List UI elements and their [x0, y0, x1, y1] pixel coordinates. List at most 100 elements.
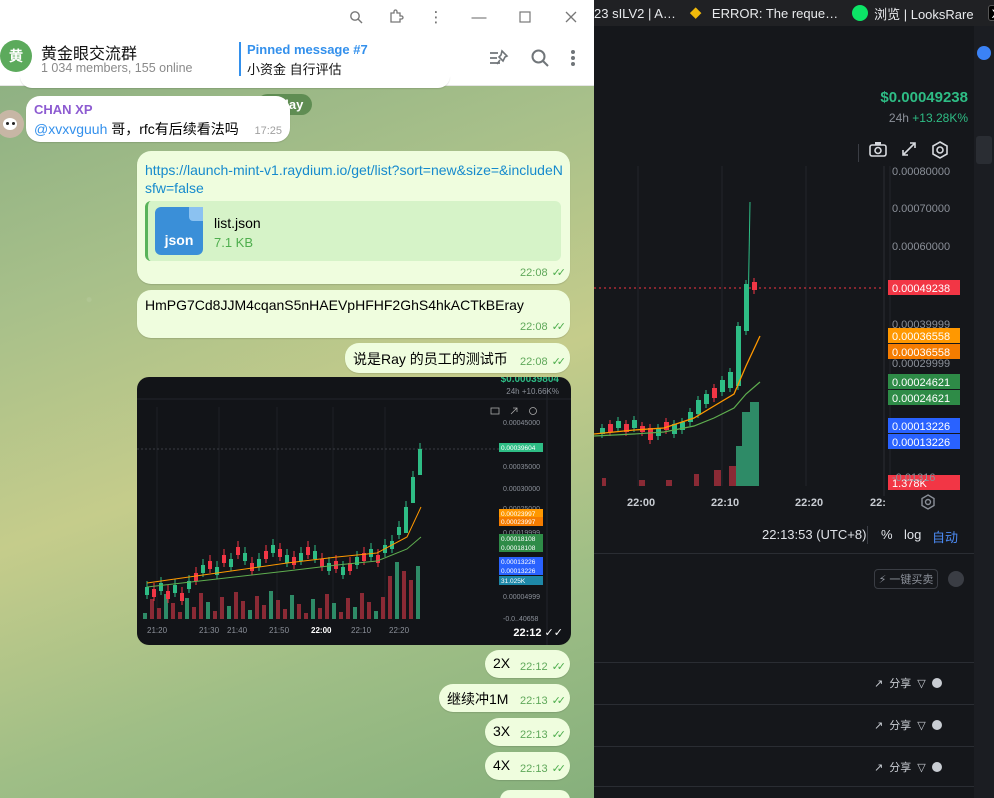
filter-dots-icon[interactable]	[948, 571, 964, 587]
share-button[interactable]: 分享	[889, 759, 911, 775]
candle	[159, 583, 163, 591]
price-tag: 0.00039604	[501, 445, 536, 452]
share-group: ↗ 分享 ▽	[874, 675, 942, 691]
volume-bar	[395, 562, 399, 619]
candle	[341, 567, 345, 575]
price-axis-label: 0.00045000	[503, 420, 540, 427]
candle	[201, 565, 205, 573]
volume-bar	[248, 610, 252, 619]
read-ticks-icon: ✓✓	[551, 729, 567, 741]
browser-tab-silv2[interactable]: 23 sILV2 | A…	[594, 6, 676, 21]
candle	[608, 424, 613, 432]
candlestick-chart[interactable]: 0.00080000 0.00070000 0.00060000 0.00049238…	[594, 166, 974, 506]
price-axis-label: -0.0..40658	[503, 616, 539, 623]
maximize-button[interactable]	[502, 0, 548, 34]
one-click-trade-button[interactable]: ⚡ 一键买卖	[874, 569, 938, 589]
share-button[interactable]: 分享	[889, 717, 911, 733]
pinned-list-icon[interactable]	[488, 48, 510, 73]
camera-icon[interactable]	[869, 141, 887, 164]
candle	[257, 559, 261, 567]
message-text: @xvxvguuh 哥，rfc有后续看法吗	[34, 119, 239, 139]
volume-bar	[213, 611, 217, 619]
settings-icon[interactable]	[931, 141, 949, 164]
close-button[interactable]	[548, 0, 594, 34]
filter-icon[interactable]: ▽	[917, 761, 925, 774]
side-tab[interactable]	[976, 136, 992, 164]
time-text: 22:08	[520, 266, 548, 279]
volume-bar	[171, 603, 175, 619]
volume-bar	[157, 608, 161, 619]
browser-tab-label: ERROR: The reque…	[711, 5, 839, 21]
group-avatar[interactable]: 黄	[0, 40, 32, 72]
volume-bar	[297, 604, 301, 619]
browser-tab-looksrare[interactable]: 浏览 | LooksRare	[852, 4, 974, 23]
percent-toggle[interactable]: %	[881, 527, 893, 542]
volume-bar	[339, 612, 343, 619]
filter-icon[interactable]: ▽	[917, 719, 925, 732]
volume-bar	[311, 599, 315, 619]
share-button[interactable]: 分享	[889, 675, 911, 691]
incoming-message[interactable]: CHAN XP @xvxvguuh 哥，rfc有后续看法吗 17:25	[26, 96, 290, 142]
message-link[interactable]: https://launch-mint-v1.raydium.io/get/li…	[145, 161, 563, 197]
candle	[166, 591, 170, 599]
more-icon[interactable]	[931, 678, 942, 688]
more-vertical-icon[interactable]	[570, 48, 576, 73]
volume-bar	[353, 607, 357, 619]
volume-bar	[714, 470, 721, 486]
change-value: +13.28K%	[912, 111, 968, 125]
candle	[712, 388, 717, 398]
candle	[704, 394, 709, 404]
outgoing-message[interactable]: 3X 22:13 ✓✓	[485, 718, 570, 746]
search-icon[interactable]	[530, 48, 550, 73]
trade-row: ↗ 分享 ▽	[594, 662, 974, 702]
outgoing-message[interactable]: 4X 22:13 ✓✓	[485, 752, 570, 780]
log-toggle[interactable]: log	[904, 527, 921, 542]
file-attachment[interactable]: json list.json 7.1 KB	[145, 201, 561, 261]
price-tag: 0.00013226	[892, 437, 950, 449]
browser-tab-error[interactable]: ◆ ERROR: The reque…	[690, 5, 838, 21]
more-vertical-icon[interactable]: ⋮	[416, 0, 456, 34]
mention-link[interactable]: @xvxvguuh	[34, 121, 107, 137]
volume-bar	[374, 611, 378, 619]
trading-page: $0.00049238 24h +13.28K% 0.00080000 0.000…	[594, 26, 994, 798]
candle	[376, 555, 380, 563]
candle	[229, 559, 233, 567]
message-bubble-partial	[20, 76, 450, 88]
volume-bar	[143, 613, 147, 619]
volume-bar	[304, 613, 308, 619]
filter-icon[interactable]: ▽	[917, 677, 925, 690]
outgoing-message[interactable]: 继续冲1M 22:13 ✓✓	[439, 684, 570, 712]
sender-name[interactable]: CHAN XP	[34, 102, 93, 117]
browser-tab-x[interactable]: X	[987, 5, 994, 21]
candle	[194, 573, 198, 581]
volume-bar	[360, 593, 364, 619]
share-icon: ↗	[874, 677, 884, 690]
volume-bar	[199, 593, 203, 619]
auto-scale-toggle[interactable]: 自动	[932, 527, 958, 546]
settings-icon[interactable]	[920, 494, 936, 513]
pinned-message[interactable]: Pinned message #7 小资金 自行评估	[239, 42, 368, 77]
chart-screenshot-photo[interactable]: 0.000450000.000350000.000300000.00025000…	[137, 377, 571, 645]
outgoing-message[interactable]: HmPG7Cd8JJM4cqanS5nHAEVpHFHF2GhS4hkACTkB…	[137, 290, 570, 338]
price-change: 24h +13.28K%	[889, 111, 968, 125]
outgoing-message[interactable]: 说是Ray 的员工的测试币 22:08 ✓✓	[345, 343, 570, 373]
candle	[313, 551, 317, 559]
outgoing-message[interactable]: 2X 22:12 ✓✓	[485, 650, 570, 678]
pinned-title: Pinned message #7	[247, 42, 368, 57]
read-ticks-icon: ✓✓	[551, 321, 567, 333]
message-text: 继续冲1M	[447, 691, 509, 707]
more-icon[interactable]	[931, 720, 942, 730]
more-icon[interactable]	[931, 762, 942, 772]
volume-bar	[206, 602, 210, 619]
message-text: 4X	[493, 757, 511, 773]
extension-icon[interactable]	[376, 0, 416, 34]
outgoing-message[interactable]: https://launch-mint-v1.raydium.io/get/li…	[137, 151, 570, 284]
candle	[355, 557, 359, 565]
looksrare-icon	[852, 5, 869, 21]
expand-icon[interactable]	[901, 141, 917, 164]
zoom-icon[interactable]	[336, 0, 376, 34]
volume-bar	[241, 601, 245, 619]
trade-row: ↗ 分享 ▽	[594, 704, 974, 744]
candle	[688, 412, 693, 422]
minimize-button[interactable]: —	[456, 0, 502, 34]
